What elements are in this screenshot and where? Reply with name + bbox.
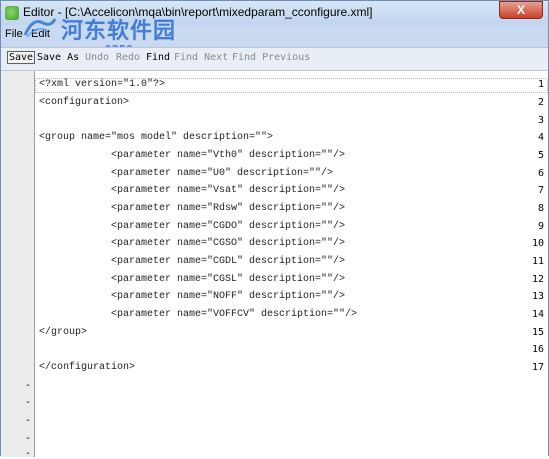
watermark-site-name: 河东软件园 xyxy=(61,19,177,44)
code-line: </configuration> xyxy=(39,362,136,373)
line-number: 4 xyxy=(537,132,544,143)
menu-file[interactable]: File xyxy=(5,28,23,40)
code-line: <parameter name="NOFF" description=""/> xyxy=(39,291,346,302)
close-button[interactable]: X xyxy=(499,1,543,19)
empty-line-marker: - xyxy=(25,433,32,444)
find-next-button[interactable]: Find Next xyxy=(174,52,228,63)
undo-button[interactable]: Undo xyxy=(85,52,109,63)
line-number: 17 xyxy=(531,362,544,373)
line-number: 3 xyxy=(537,115,544,126)
code-line: </group> xyxy=(39,327,88,338)
empty-line-marker: - xyxy=(25,380,32,391)
watermark-logo-icon xyxy=(23,18,57,38)
code-line: <parameter name="U0" description=""/> xyxy=(39,168,334,179)
code-line: <parameter name="CGDL" description=""/> xyxy=(39,256,346,267)
code-line: <parameter name="CGSL" description=""/> xyxy=(39,274,346,285)
save-button[interactable]: Save xyxy=(7,51,36,64)
line-number: 8 xyxy=(537,203,544,214)
line-number: 10 xyxy=(531,238,544,249)
empty-line-marker: - xyxy=(25,397,32,408)
code-line: <parameter name="Vth0" description=""/> xyxy=(39,150,346,161)
code-line: <parameter name="VOFFCV" description=""/… xyxy=(39,309,358,320)
toolbar: Save Save As Undo Redo Find Find Next Fi… xyxy=(1,47,548,71)
redo-button[interactable]: Redo xyxy=(116,52,140,63)
line-number: 13 xyxy=(531,291,544,302)
line-number: 14 xyxy=(531,309,544,320)
code-line: <parameter name="Vsat" description=""/> xyxy=(39,185,346,196)
code-line: <configuration> xyxy=(39,97,130,108)
empty-line-marker: - xyxy=(25,415,32,426)
line-number: 12 xyxy=(531,274,544,285)
code-line: <group name="mos model" description=""> xyxy=(39,132,274,143)
code-line: <parameter name="CGDO" description=""/> xyxy=(39,221,346,232)
line-number: 2 xyxy=(537,97,544,108)
save-as-button[interactable]: Save As xyxy=(37,52,79,63)
code-line: <?xml version="1.0"?> xyxy=(39,79,166,90)
line-number: 15 xyxy=(531,327,544,338)
line-number: 11 xyxy=(531,256,544,267)
line-number: 1 xyxy=(537,79,544,90)
app-icon xyxy=(5,6,19,20)
line-number: 7 xyxy=(537,185,544,196)
line-number: 16 xyxy=(531,344,544,355)
text-editor[interactable]: 1 2 3 4 5 6 7 8 9 10 11 12 13 14 15 16 1… xyxy=(1,71,548,459)
find-button[interactable]: Find xyxy=(146,52,170,63)
code-line: <parameter name="CGSO" description=""/> xyxy=(39,238,346,249)
code-line: <parameter name="Rdsw" description=""/> xyxy=(39,203,346,214)
find-previous-button[interactable]: Find Previous xyxy=(232,52,310,63)
empty-line-marker: - xyxy=(25,448,32,459)
line-number: 6 xyxy=(537,168,544,179)
line-number: 9 xyxy=(537,221,544,232)
line-number: 5 xyxy=(537,150,544,161)
editor-window: Editor - [C:\Accelicon\mqa\bin\report\mi… xyxy=(0,0,549,459)
